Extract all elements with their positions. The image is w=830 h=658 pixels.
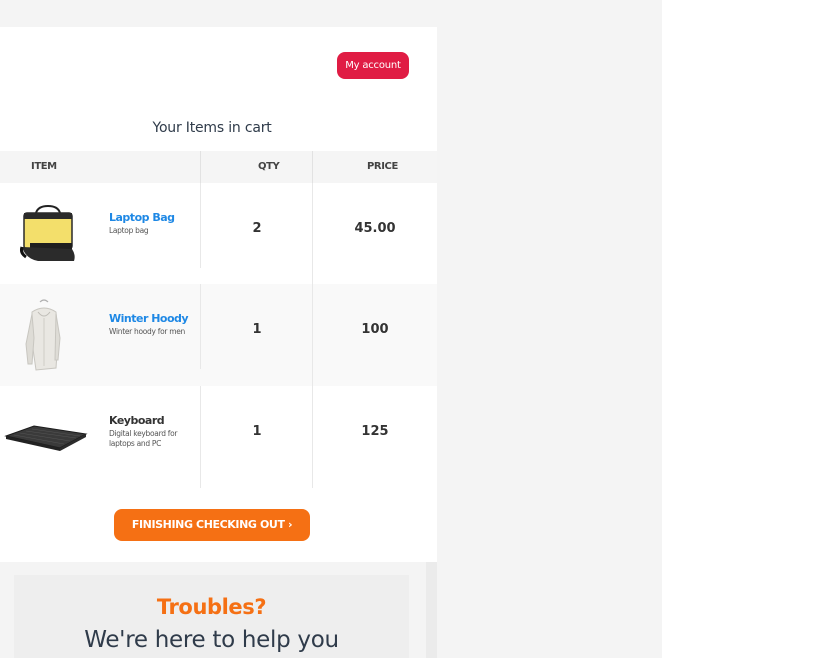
product-description: Digital keyboard for laptops and PC [109,429,178,448]
product-description: Laptop bag [109,226,149,235]
item-quantity: 1 [252,424,262,439]
column-header-item: ITEM [31,161,57,172]
item-quantity: 1 [252,322,262,337]
column-header-price: PRICE [367,161,398,172]
help-title: Troubles? [156,595,267,619]
cart-row: Winter Hoody Winter hoody for men 1 100 [0,284,437,386]
cart-row: Keyboard Digital keyboard for laptops an… [0,386,437,488]
product-name-link[interactable]: Winter Hoody [109,312,189,325]
my-account-button[interactable]: My account [337,52,409,79]
column-divider [200,151,201,183]
help-section: Troubles? We're here to help you [14,575,409,658]
item-quantity: 2 [252,221,262,236]
item-price: 100 [361,322,389,337]
keyboard-image [4,425,88,451]
item-price: 125 [361,424,389,439]
column-header-qty: QTY [258,161,280,172]
hoody-image [25,299,61,371]
laptop-bag-image [20,204,75,261]
product-name-link[interactable]: Laptop Bag [109,211,175,224]
help-subtitle: We're here to help you [84,627,339,653]
cart-title: Your Items in cart [152,120,272,136]
product-name: Keyboard [109,414,165,427]
side-divider [426,562,437,658]
column-divider [312,151,313,183]
item-price: 45.00 [354,221,396,236]
product-description: Winter hoody for men [109,327,185,336]
checkout-button[interactable]: FINISHING CHECKING OUT › [114,509,310,541]
cart-row: Laptop Bag Laptop bag 2 45.00 [0,183,437,285]
cart-table-header: ITEM QTY PRICE [0,151,437,183]
